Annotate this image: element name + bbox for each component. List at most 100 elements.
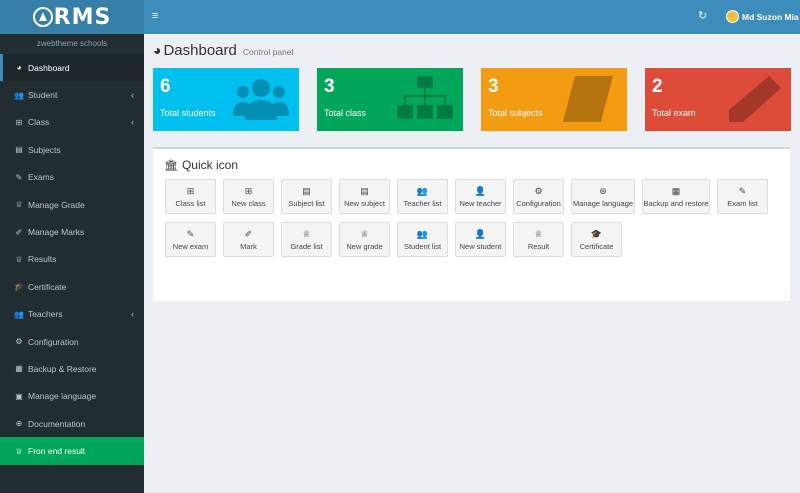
quick-button-new-student[interactable]: 👤 New student — [455, 222, 506, 257]
sidebar-item-results[interactable]: ♕ Results — [0, 246, 144, 273]
sidebar-item-exams[interactable]: ✎ Exams — [0, 164, 144, 191]
menu-toggle-icon[interactable]: ≡ — [152, 10, 158, 22]
panel-title: 🏛 Quick icon — [164, 158, 238, 172]
sidebar-item-class[interactable]: ⊞ Class ‹ — [0, 109, 144, 136]
quick-button-backup-restore[interactable]: ▦ Backup and restore — [642, 179, 710, 214]
quick-button-grade-list[interactable]: ♕ Grade list — [281, 222, 332, 257]
stat-box-subjects[interactable]: 3 Total subjects — [481, 68, 627, 131]
users-icon: 👥 — [416, 185, 429, 196]
quick-button-label: Certificate — [579, 241, 614, 251]
quick-button-new-teacher[interactable]: 👤 New teacher — [455, 179, 506, 214]
sitemap-icon — [397, 76, 453, 119]
stat-label: Total class — [324, 108, 367, 118]
stat-value: 3 — [324, 76, 335, 97]
quick-button-label: Backup and restore — [643, 198, 709, 208]
trophy-icon: ♕ — [15, 446, 23, 456]
quick-button-class-list[interactable]: ⊞ Class list — [165, 179, 216, 214]
graduation-cap-icon: 🎓 — [14, 282, 24, 292]
trophy-icon: ♕ — [360, 228, 369, 239]
book-icon: ▤ — [302, 185, 311, 196]
quick-button-certificate[interactable]: 🎓 Certificate — [571, 222, 622, 257]
top-navbar: ≡ ↻ Md Suzon Mia — [144, 0, 800, 34]
archive-icon: ▦ — [671, 185, 681, 196]
language-icon: ▣ — [15, 391, 23, 401]
quick-icon-panel: 🏛 Quick icon ⊞ Class list ⊞ New class ▤ … — [153, 147, 790, 301]
quick-button-subject-list[interactable]: ▤ Subject list — [281, 179, 332, 214]
refresh-icon[interactable]: ↻ — [698, 9, 707, 22]
dashboard-icon: ◕ — [16, 63, 22, 73]
chevron-left-icon: ‹ — [131, 309, 134, 320]
pencil-icon: ✎ — [738, 185, 747, 196]
sidebar-item-manage-grade[interactable]: ♕ Manage Grade — [0, 191, 144, 218]
quick-button-label: Configuration — [516, 198, 561, 208]
user-menu[interactable]: Md Suzon Mia — [726, 10, 799, 23]
archive-icon: ▦ — [15, 364, 23, 374]
stat-value: 3 — [488, 76, 499, 97]
quick-button-manage-language[interactable]: ⊛ Manage language — [571, 179, 635, 214]
sidebar-item-label: Student — [28, 90, 58, 101]
chevron-left-icon: ‹ — [131, 117, 134, 128]
sidebar-item-label: Certificate — [28, 281, 67, 292]
book-icon: ▤ — [360, 185, 369, 196]
main-content: ◕ Dashboard Control panel 6 Total studen… — [144, 34, 800, 493]
quick-button-exam-list[interactable]: ✎ Exam list — [717, 179, 768, 214]
sidebar-item-subjects[interactable]: ▤ Subjects — [0, 136, 144, 163]
stat-value: 2 — [652, 76, 663, 97]
quick-button-new-subject[interactable]: ▤ New subject — [339, 179, 390, 214]
sidebar-item-manage-marks[interactable]: ✐ Manage Marks — [0, 218, 144, 245]
sidebar-item-label: Class — [28, 117, 50, 128]
globe-icon: ⊕ — [15, 419, 23, 429]
edit-icon: ✐ — [15, 227, 23, 237]
bank-icon: 🏛 — [164, 159, 178, 172]
user-icon: 👤 — [474, 185, 487, 196]
quick-button-new-exam[interactable]: ✎ New exam — [165, 222, 216, 257]
sidebar-item-label: Teachers — [28, 309, 63, 320]
quick-button-result[interactable]: ♕ Result — [513, 222, 564, 257]
app-logo[interactable]: RMS — [0, 0, 144, 34]
sidebar-item-student[interactable]: 👥 Student ‹ — [0, 81, 144, 108]
quick-button-label: New grade — [346, 241, 383, 251]
quick-button-mark[interactable]: ✐ Mark — [223, 222, 274, 257]
sidebar-item-label: Dashboard — [28, 62, 70, 73]
sidebar-item-dashboard[interactable]: ◕ Dashboard — [0, 54, 144, 82]
pencil-icon: ✎ — [15, 172, 23, 182]
quick-button-label: New teacher — [459, 198, 502, 208]
sidebar-item-backup-restore[interactable]: ▦ Backup & Restore — [0, 355, 144, 382]
quick-button-new-class[interactable]: ⊞ New class — [223, 179, 274, 214]
quick-button-label: Result — [527, 241, 550, 251]
quick-button-label: New subject — [344, 198, 385, 208]
stat-box-exam[interactable]: 2 Total exam — [645, 68, 791, 131]
sidebar-item-label: Configuration — [28, 336, 79, 347]
quick-button-student-list[interactable]: 👥 Student list — [397, 222, 448, 257]
life-ring-icon: ⊛ — [599, 185, 607, 196]
stat-box-class[interactable]: 3 Total class — [317, 68, 463, 131]
sidebar-item-label: Documentation — [28, 418, 86, 429]
graduation-cap-icon: 🎓 — [590, 228, 603, 239]
quick-button-configuration[interactable]: ⚙ Configuration — [513, 179, 564, 214]
sitemap-icon: ⊞ — [15, 117, 23, 127]
sidebar-item-manage-language[interactable]: ▣ Manage language — [0, 383, 144, 410]
users-icon — [233, 79, 289, 120]
sidebar-item-label: Results — [28, 254, 57, 265]
users-icon: 👥 — [14, 90, 24, 100]
sidebar-item-certificate[interactable]: 🎓 Certificate — [0, 273, 144, 300]
sidebar-item-front-end-result[interactable]: ♕ Fron end result — [0, 437, 144, 465]
stat-box-students[interactable]: 6 Total students — [153, 68, 299, 131]
sidebar-item-label: Subjects — [28, 144, 61, 155]
logo-text: RMS — [53, 4, 112, 30]
quick-button-label: Student list — [403, 241, 442, 251]
sidebar-item-configuration[interactable]: ⚙ Configuration — [0, 328, 144, 355]
sidebar-item-label: Fron end result — [28, 446, 86, 457]
dashboard-icon: ◕ — [153, 42, 162, 58]
trophy-icon: ♕ — [15, 200, 23, 210]
stat-value: 6 — [160, 76, 171, 97]
quick-button-new-grade[interactable]: ♕ New grade — [339, 222, 390, 257]
quick-button-teacher-list[interactable]: 👥 Teacher list — [397, 179, 448, 214]
page-header: ◕ Dashboard Control panel — [153, 42, 293, 59]
trophy-icon: ♕ — [302, 228, 311, 239]
sidebar-item-label: Manage Marks — [28, 227, 85, 238]
sidebar-item-teachers[interactable]: 👥 Teachers ‹ — [0, 301, 144, 328]
page-subtitle: Control panel — [242, 47, 294, 57]
sidebar-item-label: Backup & Restore — [28, 363, 97, 374]
sidebar-item-documentation[interactable]: ⊕ Documentation — [0, 410, 144, 437]
